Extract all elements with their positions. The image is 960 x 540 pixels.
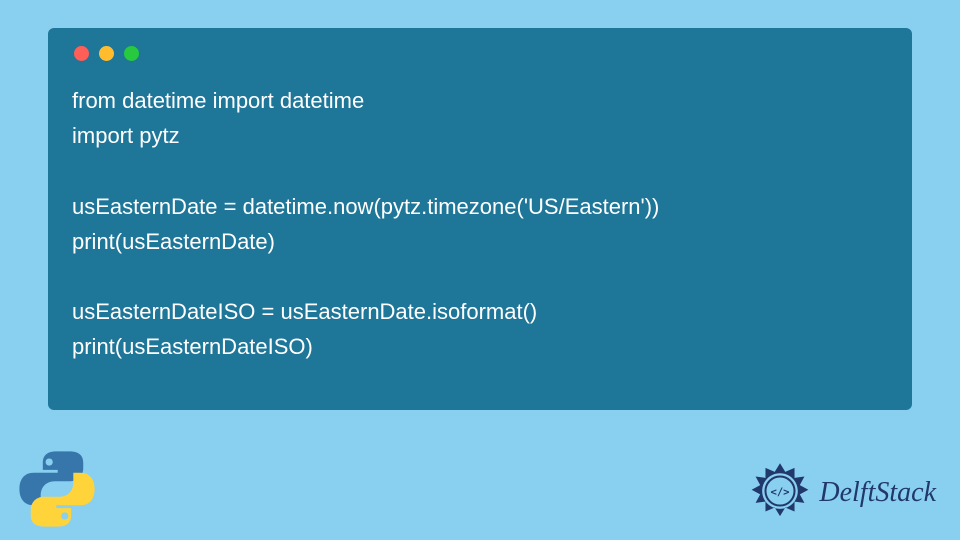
traffic-lights xyxy=(72,46,888,61)
code-line: usEasternDateISO = usEasternDate.isoform… xyxy=(72,299,537,324)
close-icon xyxy=(74,46,89,61)
code-line: print(usEasternDateISO) xyxy=(72,334,313,359)
code-line: print(usEasternDate) xyxy=(72,229,275,254)
code-content: from datetime import datetime import pyt… xyxy=(72,83,888,365)
code-line: usEasternDate = datetime.now(pytz.timezo… xyxy=(72,194,659,219)
brand-name: DelftStack xyxy=(819,477,936,509)
delftstack-logo: </> DelftStack xyxy=(747,460,936,526)
code-line: import pytz xyxy=(72,123,180,148)
delftstack-icon: </> xyxy=(747,460,813,526)
svg-text:</>: </> xyxy=(771,487,790,499)
python-logo-icon xyxy=(18,450,96,528)
maximize-icon xyxy=(124,46,139,61)
code-window: from datetime import datetime import pyt… xyxy=(48,28,912,410)
code-line: from datetime import datetime xyxy=(72,88,364,113)
minimize-icon xyxy=(99,46,114,61)
